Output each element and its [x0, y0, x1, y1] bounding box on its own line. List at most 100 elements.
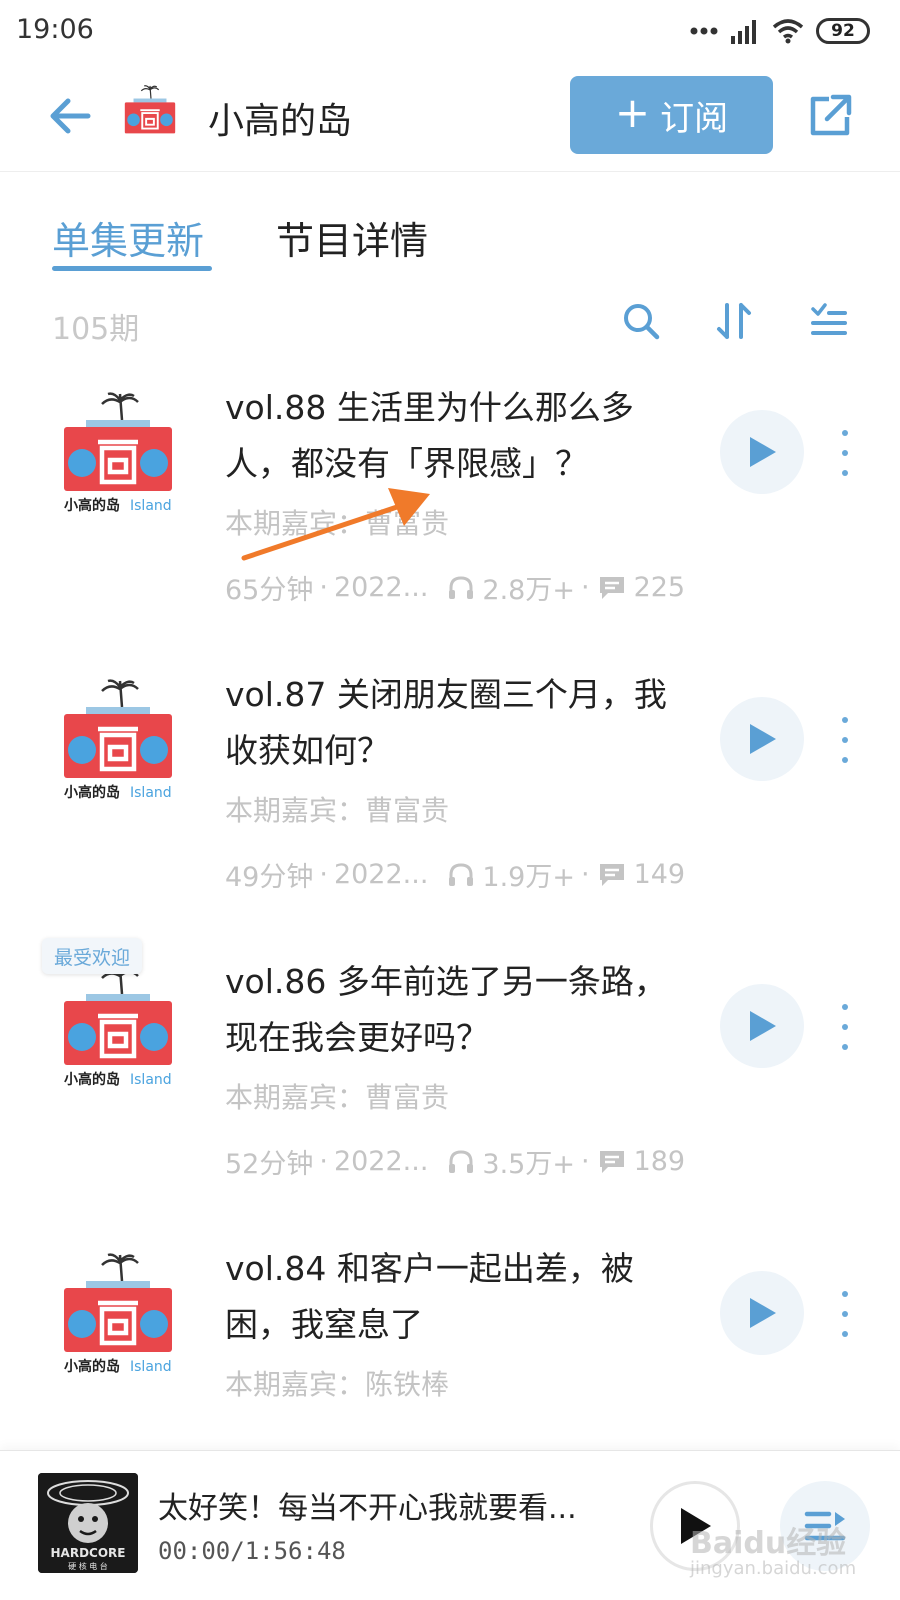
player-cover-text: HARDCORE	[51, 1546, 126, 1560]
more-dot	[842, 430, 848, 436]
batch-select-button[interactable]	[806, 298, 852, 344]
app-header: 小高的岛 + 订阅	[0, 64, 900, 172]
battery-indicator: 92	[816, 18, 870, 44]
comment-icon	[599, 863, 624, 886]
episode-cover[interactable]: 小高的岛 Island	[60, 1251, 176, 1379]
play-icon	[750, 724, 776, 754]
status-bar: 19:06 92	[0, 0, 900, 64]
share-button[interactable]	[800, 86, 860, 146]
comment-icon	[599, 1150, 624, 1173]
meta-separator: ·	[580, 859, 590, 890]
episode-guest: 本期嘉宾：曹富贵	[225, 794, 450, 827]
episode-title[interactable]: vol.84 和客户一起出差，被困，我窒息了	[225, 1241, 680, 1353]
episode-play-button[interactable]	[720, 697, 804, 781]
player-time: 00:00/1:56:48	[158, 1537, 346, 1565]
episode-item[interactable]: 小高的岛 Island 最受欢迎 vol.86 多年前选了另一条路，现在我会更好…	[0, 938, 900, 1244]
cover-brand-text: 小高的岛	[64, 1358, 120, 1375]
search-icon	[624, 304, 660, 340]
cover-brand-suffix: Island	[130, 785, 172, 801]
play-icon	[750, 1011, 776, 1041]
episode-plays: 1.9万+	[482, 862, 575, 893]
cover-brand-suffix: Island	[130, 1072, 172, 1088]
more-dot	[842, 1044, 848, 1050]
meta-separator: ·	[580, 572, 590, 603]
more-options-button[interactable]	[830, 1291, 860, 1337]
meta-separator: ·	[319, 1146, 328, 1177]
more-dot	[842, 1291, 848, 1297]
cover-brand-text: 小高的岛	[64, 1071, 120, 1088]
episode-comments: 149	[633, 859, 686, 890]
play-icon	[750, 1298, 776, 1328]
more-dot	[842, 717, 848, 723]
episode-play-button[interactable]	[720, 410, 804, 494]
player-cover[interactable]: HARDCORE 硬 核 电 台	[38, 1473, 138, 1573]
episode-duration: 49分钟	[225, 862, 314, 893]
tab-details[interactable]: 节目详情	[276, 210, 428, 265]
more-dot	[842, 737, 848, 743]
status-icons: 92	[690, 14, 870, 48]
watermark: Baidu经验	[690, 1526, 847, 1561]
episode-cover[interactable]: 小高的岛 Island	[60, 677, 176, 805]
sort-icon	[717, 303, 751, 339]
episode-item[interactable]: 小高的岛 Island vol.88 生活里为什么那么多人，都没有「界限感」？ …	[0, 380, 900, 670]
episode-guest: 本期嘉宾：陈铁棒	[225, 1368, 450, 1401]
subscribe-label: 订阅	[660, 98, 729, 139]
wifi-icon	[772, 19, 804, 44]
episode-comments: 225	[633, 572, 686, 603]
player-cover-subtext: 硬 核 电 台	[68, 1561, 108, 1571]
episode-date: 2022...	[333, 859, 429, 890]
more-dot	[842, 1004, 848, 1010]
meta-separator: ·	[319, 572, 328, 603]
episode-meta: 65分钟 · 2022... 2.8万+ · 225	[225, 568, 685, 607]
share-icon	[810, 94, 852, 136]
status-time: 19:06	[16, 14, 94, 45]
episode-duration: 52分钟	[225, 1149, 314, 1180]
more-options-button[interactable]	[830, 717, 860, 763]
episode-cover[interactable]: 小高的岛 Island	[60, 964, 176, 1092]
more-options-button[interactable]	[830, 1004, 860, 1050]
more-dots-icon	[690, 27, 718, 35]
cover-brand-text: 小高的岛	[64, 497, 120, 514]
episode-title[interactable]: vol.88 生活里为什么那么多人，都没有「界限感」？	[225, 380, 680, 492]
headphones-icon	[449, 1149, 474, 1173]
signal-icon	[731, 20, 756, 44]
more-dot	[842, 1024, 848, 1030]
search-button[interactable]	[618, 298, 664, 344]
cover-brand-text: 小高的岛	[64, 784, 120, 801]
podcast-title: 小高的岛	[208, 101, 353, 142]
comment-icon	[599, 576, 624, 599]
back-button[interactable]	[40, 86, 100, 146]
meta-separator: ·	[319, 859, 328, 890]
headphones-icon	[449, 575, 474, 599]
podcast-logo	[124, 85, 176, 134]
episode-meta: 52分钟 · 2022... 3.5万+ · 189	[225, 1142, 685, 1181]
more-options-button[interactable]	[830, 430, 860, 476]
sort-button[interactable]	[712, 298, 758, 344]
episode-comments: 189	[633, 1146, 686, 1177]
episode-play-button[interactable]	[720, 1271, 804, 1355]
player-track-title[interactable]: 太好笑！每当不开心我就要看...	[158, 1483, 598, 1527]
meta-separator: ·	[580, 1146, 590, 1177]
more-dot	[842, 757, 848, 763]
arrow-left-icon	[50, 98, 91, 134]
tab-episodes[interactable]: 单集更新	[52, 210, 204, 265]
episode-count: 105期	[52, 312, 140, 347]
episode-duration: 65分钟	[225, 575, 314, 606]
play-icon	[750, 437, 776, 467]
subscribe-button[interactable]: + 订阅	[570, 76, 773, 154]
episode-title[interactable]: vol.86 多年前选了另一条路，现在我会更好吗？	[225, 954, 680, 1066]
episode-date: 2022...	[333, 572, 429, 603]
player-cover-art: HARDCORE 硬 核 电 台	[38, 1473, 138, 1573]
more-dot	[842, 1331, 848, 1337]
annotation-arrow	[241, 488, 430, 561]
episode-title[interactable]: vol.87 关闭朋友圈三个月，我收获如何？	[225, 667, 680, 779]
episode-meta: 49分钟 · 2022... 1.9万+ · 149	[225, 855, 685, 894]
episode-cover[interactable]: 小高的岛 Island	[60, 390, 176, 518]
episode-item[interactable]: 小高的岛 Island vol.87 关闭朋友圈三个月，我收获如何？ 本期嘉宾：…	[0, 667, 900, 957]
episode-guest: 本期嘉宾：曹富贵	[225, 1081, 450, 1114]
headphones-icon	[449, 862, 474, 886]
episode-play-button[interactable]	[720, 984, 804, 1068]
cover-brand-suffix: Island	[130, 498, 172, 514]
episode-date: 2022...	[333, 1146, 429, 1177]
more-dot	[842, 450, 848, 456]
